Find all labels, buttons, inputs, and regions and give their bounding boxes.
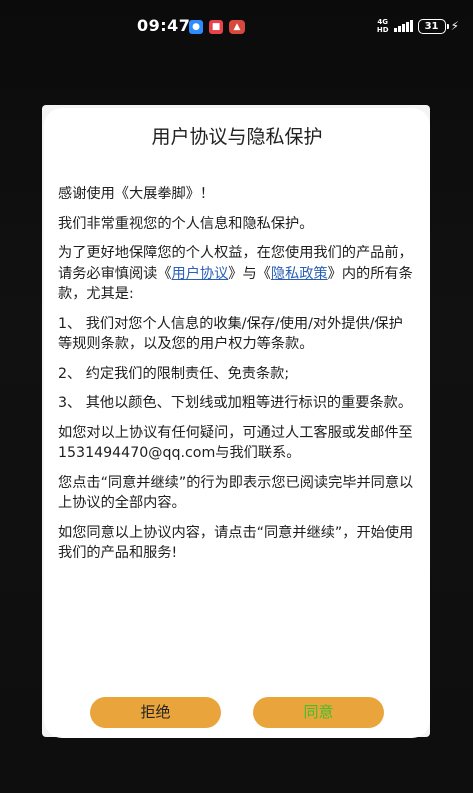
agree-button[interactable]: 同意 — [253, 697, 384, 728]
agreement-paragraph: 为了更好地保障您的个人权益，在您使用我们的产品前，请务必审慎阅读《用户协议》与《… — [58, 243, 414, 305]
clause-item-2: 2、 约定我们的限制责任、免责条款; — [58, 365, 290, 382]
intro-text: 我们非常重视您的个人信息和隐私保护。 — [58, 215, 314, 232]
greeting-text: 感谢使用《大展拳脚》！ — [58, 186, 215, 202]
status-time: 09:47 — [137, 16, 191, 35]
network-sub: HD — [376, 26, 389, 34]
game-app-icon: ▲ — [229, 20, 245, 34]
prompt-text: 如您同意以上协议内容，请点击“同意并继续”，开始使用我们的产品和服务! — [58, 524, 414, 562]
charging-icon: ⚡ — [450, 19, 459, 33]
chat-app-icon: ● — [189, 20, 203, 34]
privacy-policy-link[interactable]: 隐私政策 — [271, 266, 328, 282]
user-agreement-link[interactable]: 用户协议 — [172, 266, 229, 282]
dialog-title: 用户协议与隐私保护 — [151, 126, 323, 148]
agreement-dialog: 用户协议与隐私保护 感谢使用《大展拳脚》！ 我们非常重视您的个人信息和隐私保护。… — [44, 108, 430, 738]
notification-app-icon: ■ — [209, 20, 223, 34]
notice-text: 您点击“同意并继续”的行为即表示您已阅读完毕并同意以上协议的全部内容。 — [58, 474, 414, 512]
clause-item-3: 3、 其他以颜色、下划线或加粗等进行标识的重要条款。 — [58, 395, 413, 411]
dialog-content: 感谢使用《大展拳脚》！ 我们非常重视您的个人信息和隐私保护。 为了更好地保障您的… — [58, 184, 414, 573]
clause-item-1: 1、 我们对您个人信息的收集/保存/使用/对外提供/保护等规则条款，以及您的用户… — [58, 315, 403, 353]
contact-text: 如您对以上协议有任何疑问，可通过人工客服或发邮件至1531494470@qq.c… — [58, 424, 413, 462]
agreement-text-middle: 》与《 — [228, 265, 271, 282]
network-indicator: 4G HD — [377, 18, 389, 34]
network-type: 4G — [377, 18, 389, 26]
battery-level: 31 — [424, 20, 439, 32]
battery-icon: 31 — [417, 18, 449, 34]
status-right-group: 4G HD 31 ⚡ — [377, 18, 459, 34]
status-bar: 09:47 ● ■ ▲ 4G HD 31 ⚡ — [0, 0, 473, 56]
signal-icon — [393, 20, 413, 32]
reject-button[interactable]: 拒绝 — [90, 697, 221, 728]
